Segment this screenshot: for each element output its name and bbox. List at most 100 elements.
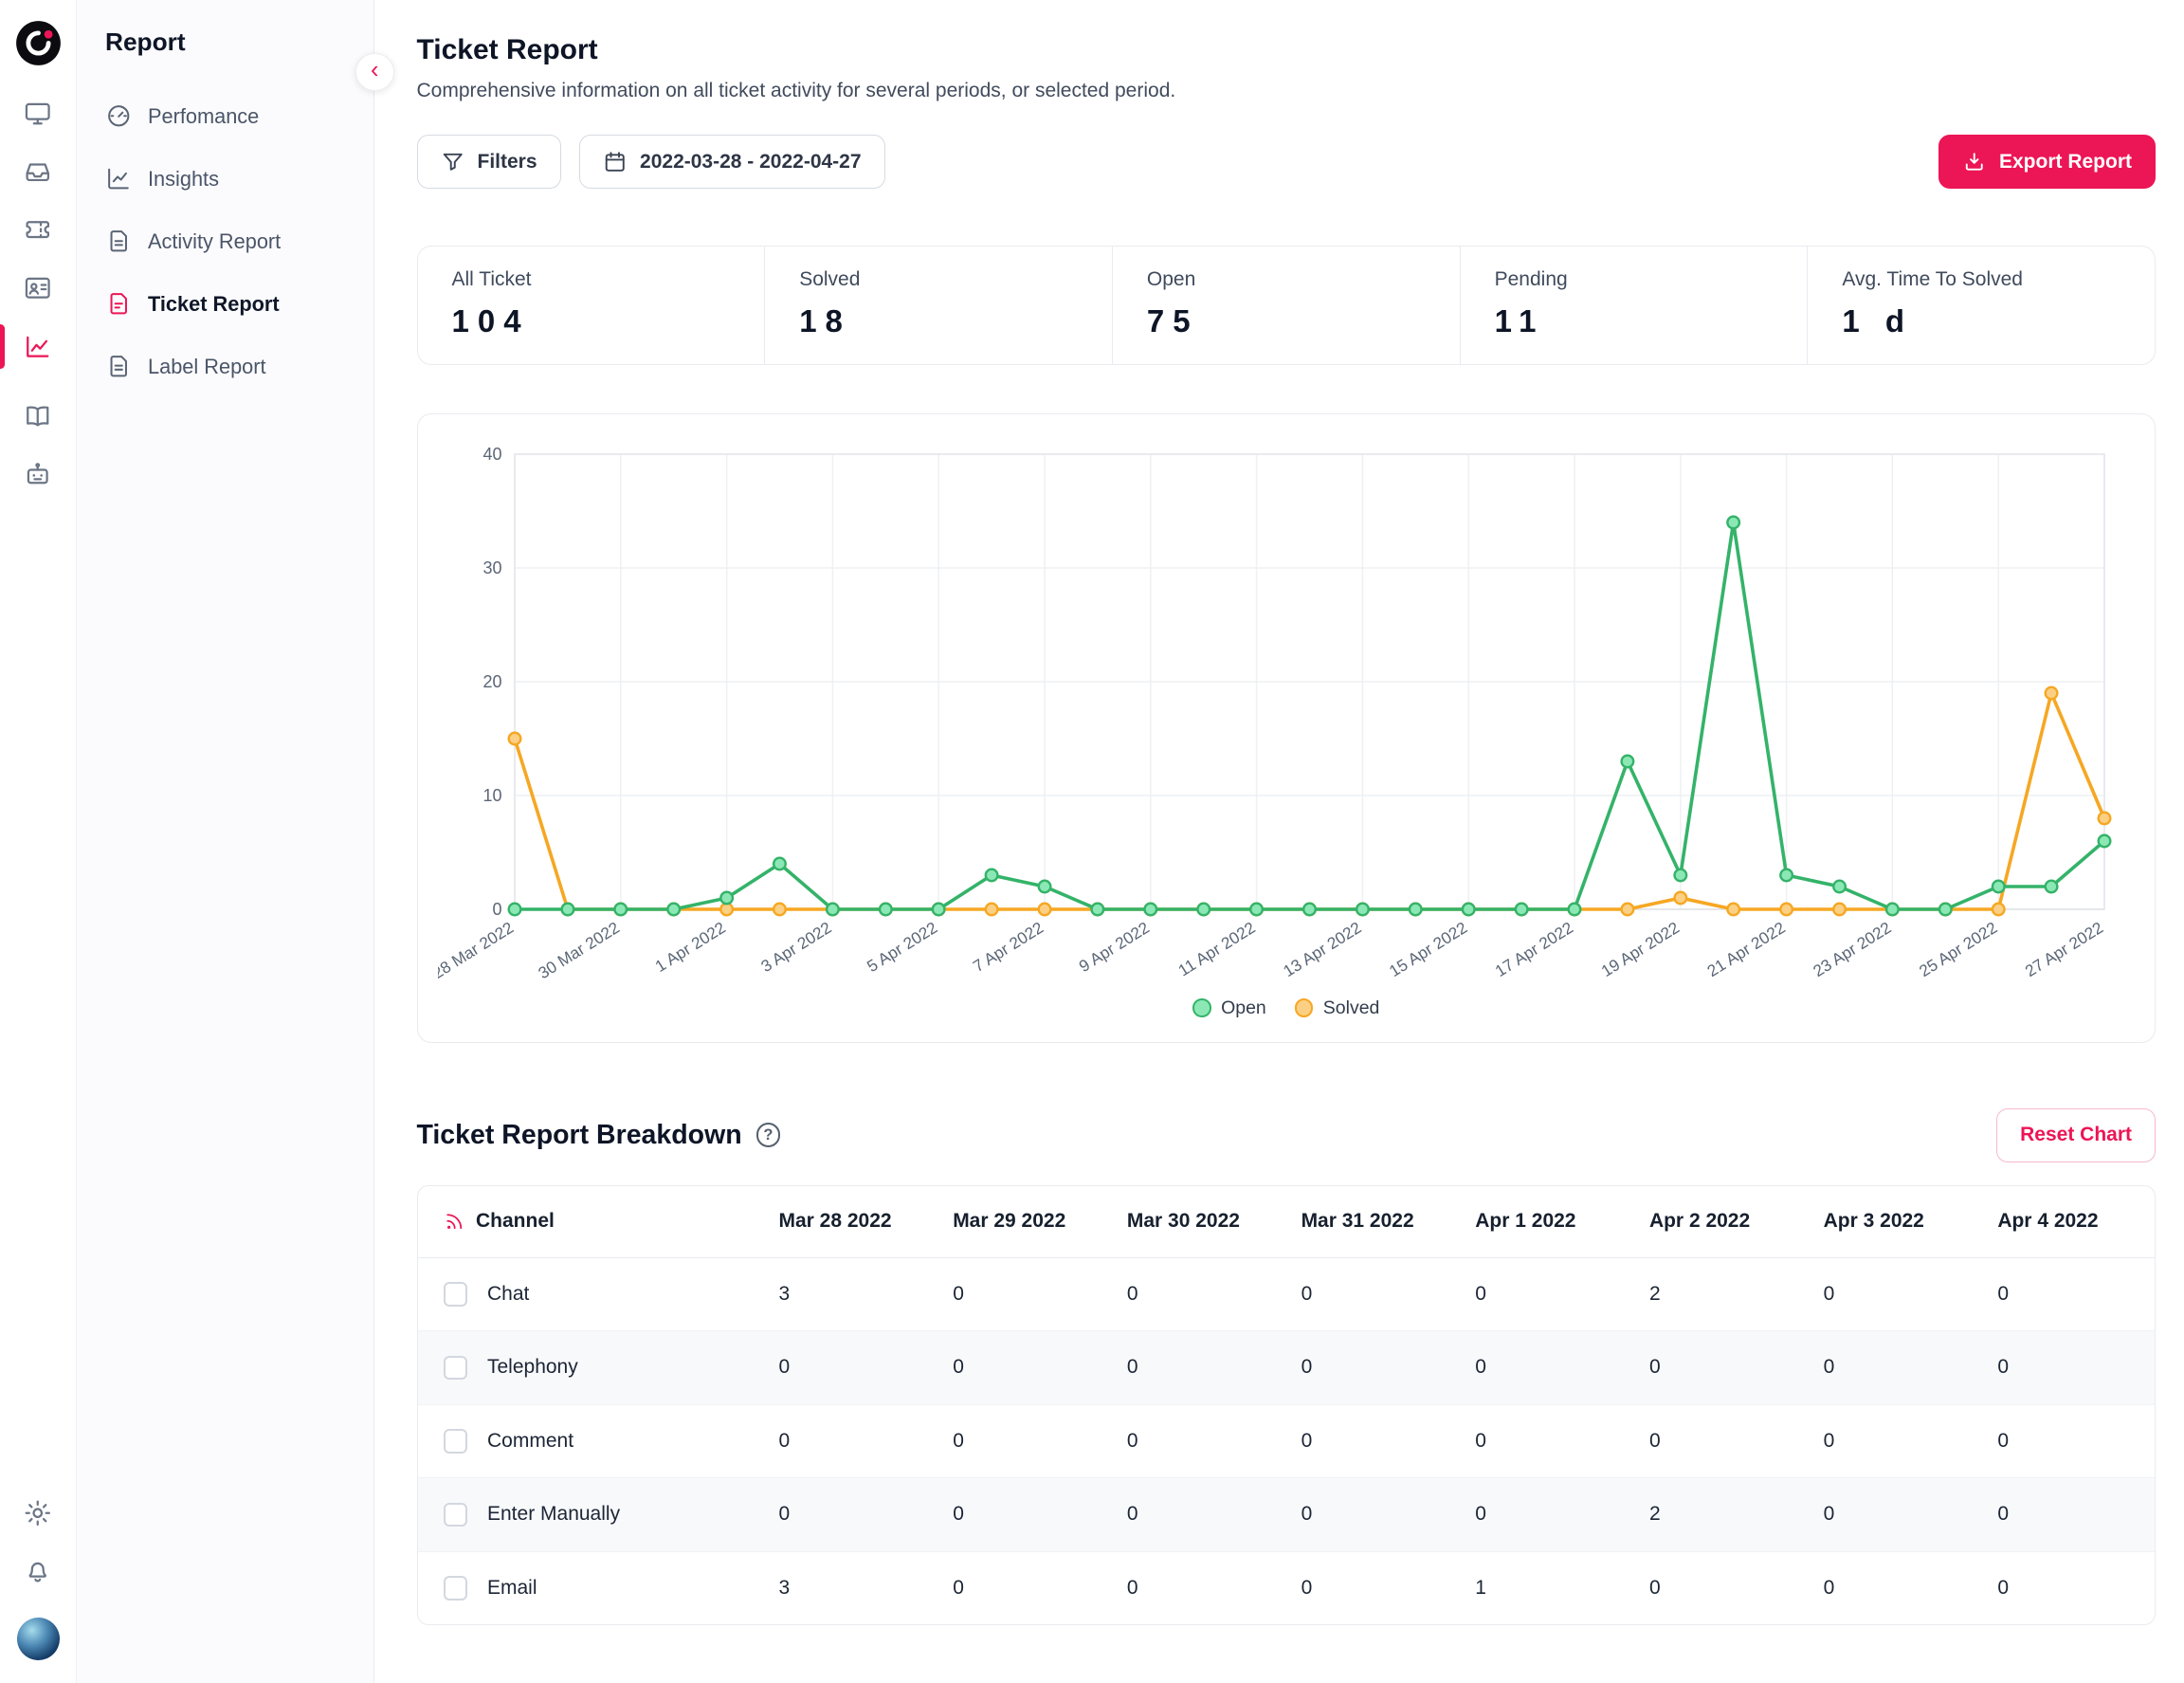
reset-chart-label: Reset Chart	[2020, 1124, 2132, 1146]
legend-item-open[interactable]: Open	[1192, 997, 1266, 1019]
stat-pending: Pending11	[1460, 247, 1808, 364]
sidebar-item-label: Insights	[148, 167, 219, 192]
bot-icon[interactable]	[0, 446, 76, 504]
cell-value: 0	[1807, 1478, 1981, 1552]
svg-text:7 Apr 2022: 7 Apr 2022	[969, 917, 1046, 975]
sidebar-item-label: Ticket Report	[148, 292, 280, 317]
channel-label: Telephony	[487, 1356, 578, 1379]
cell-value: 0	[1980, 1331, 2155, 1405]
rss-icon	[444, 1211, 465, 1233]
legend-label: Solved	[1323, 997, 1380, 1019]
cell-value: 0	[1807, 1551, 1981, 1624]
doc-activity-icon	[105, 228, 133, 255]
row-checkbox[interactable]	[444, 1282, 468, 1307]
sidebar-item-perfomance[interactable]: Perfomance	[77, 85, 373, 148]
cell-value: 0	[1807, 1404, 1981, 1478]
page-subtitle: Comprehensive information on all ticket …	[417, 80, 2157, 102]
cell-value: 0	[1284, 1551, 1459, 1624]
row-checkbox[interactable]	[444, 1429, 468, 1454]
row-checkbox[interactable]	[444, 1576, 468, 1601]
inbox-icon[interactable]	[0, 142, 76, 201]
stat-value: 1 d	[1842, 303, 2120, 339]
svg-text:28 Mar 2022: 28 Mar 2022	[438, 917, 517, 981]
date-range-value: 2022-03-28 - 2022-04-27	[640, 151, 862, 174]
cell-value: 0	[1980, 1551, 2155, 1624]
channel-cell: Telephony	[418, 1331, 762, 1405]
row-checkbox[interactable]	[444, 1356, 468, 1381]
column-header-label: Mar 29 2022	[953, 1210, 1065, 1233]
sidebar-item-label: Perfomance	[148, 104, 259, 129]
channel-cell: Chat	[418, 1257, 762, 1331]
svg-text:21 Apr 2022: 21 Apr 2022	[1703, 917, 1789, 979]
breakdown-title: Ticket Report Breakdown	[417, 1120, 742, 1151]
cell-value: 0	[936, 1478, 1110, 1552]
sidebar-item-label: Label Report	[148, 355, 266, 379]
svg-text:10: 10	[482, 786, 501, 805]
stat-value: 75	[1147, 303, 1426, 339]
reset-chart-button[interactable]: Reset Chart	[1996, 1108, 2156, 1162]
sidebar-collapse-button[interactable]: ‹	[355, 53, 394, 92]
cell-value: 0	[936, 1404, 1110, 1478]
cell-value: 0	[1632, 1551, 1807, 1624]
stat-value: 18	[799, 303, 1078, 339]
chart-legend: Open Solved	[438, 995, 2136, 1031]
notifications-icon[interactable]	[0, 1542, 76, 1601]
stat-value: 104	[452, 303, 731, 339]
contacts-icon[interactable]	[0, 259, 76, 318]
knowledge-base-icon[interactable]	[0, 387, 76, 446]
cell-value: 0	[936, 1257, 1110, 1331]
sidebar-item-label-report[interactable]: Label Report	[77, 336, 373, 398]
svg-text:27 Apr 2022: 27 Apr 2022	[2021, 917, 2106, 979]
trend-icon	[105, 165, 133, 192]
channel-cell: Comment	[418, 1404, 762, 1478]
sidebar-item-activity-report[interactable]: Activity Report	[77, 210, 373, 273]
column-header-date: Mar 28 2022	[762, 1186, 937, 1258]
ticket-icon[interactable]	[0, 201, 76, 260]
svg-text:15 Apr 2022: 15 Apr 2022	[1385, 917, 1470, 979]
cell-value: 0	[1458, 1478, 1632, 1552]
svg-text:3 Apr 2022: 3 Apr 2022	[757, 917, 834, 975]
svg-text:30: 30	[482, 558, 501, 577]
filters-label: Filters	[478, 151, 537, 174]
page-title: Ticket Report	[417, 34, 2157, 66]
column-header-date: Mar 29 2022	[936, 1186, 1110, 1258]
app-root: Report PerfomanceInsightsActivity Report…	[0, 0, 2184, 1683]
table-header-row: ChannelMar 28 2022Mar 29 2022Mar 30 2022…	[418, 1186, 2156, 1258]
legend-item-solved[interactable]: Solved	[1295, 997, 1380, 1019]
date-range-button[interactable]: 2022-03-28 - 2022-04-27	[579, 135, 885, 189]
help-icon[interactable]: ?	[756, 1123, 781, 1147]
svg-text:17 Apr 2022: 17 Apr 2022	[1491, 917, 1576, 979]
cell-value: 0	[762, 1404, 937, 1478]
icon-rail	[0, 0, 77, 1683]
table-row-enter-manually: Enter Manually00000200	[418, 1478, 2156, 1552]
filter-icon	[441, 150, 465, 174]
svg-text:40: 40	[482, 445, 501, 464]
doc-label-icon	[105, 353, 133, 380]
reports-icon[interactable]	[0, 318, 76, 376]
ticket-trend-chart: 01020304028 Mar 202230 Mar 20221 Apr 202…	[438, 437, 2130, 995]
icon-rail-bottom	[0, 1484, 76, 1601]
cell-value: 0	[1110, 1478, 1284, 1552]
cell-value: 0	[1980, 1404, 2155, 1478]
chart-card: 01020304028 Mar 202230 Mar 20221 Apr 202…	[417, 413, 2157, 1043]
user-avatar[interactable]	[17, 1618, 60, 1660]
sidebar-item-insights[interactable]: Insights	[77, 148, 373, 210]
monitor-icon[interactable]	[0, 84, 76, 143]
filters-button[interactable]: Filters	[417, 135, 561, 189]
export-report-button[interactable]: Export Report	[1938, 135, 2156, 189]
legend-dot	[1192, 998, 1211, 1017]
column-header-date: Mar 31 2022	[1284, 1186, 1459, 1258]
row-checkbox[interactable]	[444, 1503, 468, 1528]
app-logo[interactable]	[14, 19, 63, 67]
channel-cell: Email	[418, 1551, 762, 1624]
sidebar-item-ticket-report[interactable]: Ticket Report	[77, 273, 373, 336]
column-header-date: Apr 1 2022	[1458, 1186, 1632, 1258]
settings-icon[interactable]	[0, 1484, 76, 1543]
doc-ticket-icon	[105, 290, 133, 318]
cell-value: 0	[936, 1551, 1110, 1624]
channel-label: Email	[487, 1577, 537, 1600]
cell-value: 1	[1458, 1551, 1632, 1624]
cell-value: 0	[936, 1331, 1110, 1405]
cell-value: 0	[1632, 1404, 1807, 1478]
stat-avg-time-to-solved: Avg. Time To Solved1 d	[1807, 247, 2155, 364]
